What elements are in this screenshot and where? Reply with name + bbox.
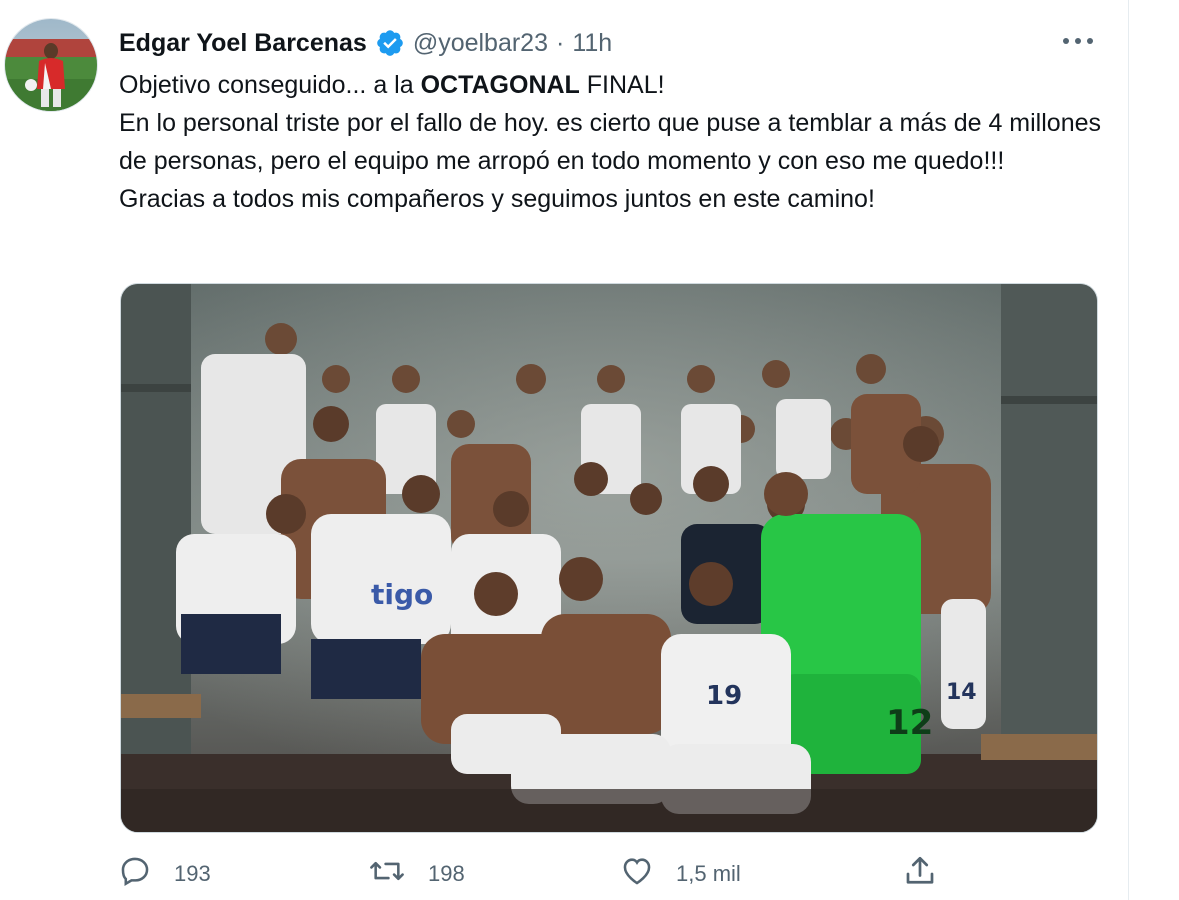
retweet-icon	[368, 854, 428, 894]
tweet-text-line-2: En lo personal triste por el fallo de ho…	[119, 109, 1102, 175]
author-name[interactable]: Edgar Yoel Barcenas	[119, 29, 367, 58]
tweet-text-line-1: Objetivo conseguido... a la OCTAGONAL FI…	[119, 66, 1109, 104]
reply-icon	[118, 854, 174, 894]
svg-text:19: 19	[706, 681, 742, 711]
like-count: 1,5 mil	[676, 861, 741, 886]
svg-text:tigo: tigo	[371, 578, 433, 611]
right-gutter	[1129, 0, 1179, 900]
more-options-icon[interactable]	[1056, 26, 1100, 56]
tweet-actions: 193 198 1,5 mil	[118, 850, 1078, 898]
text-line1-bold: OCTAGONAL	[420, 71, 580, 99]
tweet-photo[interactable]: tigo 12 14 19	[120, 283, 1098, 833]
svg-text:14: 14	[946, 680, 977, 705]
tweet-timestamp[interactable]: 11h	[572, 29, 612, 58]
avatar[interactable]	[4, 18, 98, 112]
author-handle[interactable]: @yoelbar23	[413, 29, 548, 58]
tweet-header: Edgar Yoel Barcenas @yoelbar23 · 11h	[119, 26, 612, 60]
tweet-text: Objetivo conseguido... a la OCTAGONAL FI…	[119, 66, 1109, 218]
share-icon	[902, 853, 960, 895]
header-separator: ·	[556, 28, 565, 57]
retweet-count: 198	[428, 861, 465, 886]
text-line1-prefix: Objetivo conseguido... a la	[119, 71, 421, 99]
verified-badge-icon	[375, 28, 405, 58]
tweet-text-line-3: Gracias a todos mis compañeros y seguimo…	[119, 185, 875, 213]
tweet-card[interactable]: Edgar Yoel Barcenas @yoelbar23 · 11h Obj…	[0, 0, 1128, 900]
heart-icon	[620, 854, 676, 894]
text-line1-suffix: FINAL!	[579, 71, 665, 99]
retweet-button[interactable]: 198	[368, 850, 465, 898]
share-button[interactable]	[902, 850, 960, 898]
svg-text:12: 12	[886, 703, 933, 743]
reply-count: 193	[174, 861, 211, 886]
reply-button[interactable]: 193	[118, 850, 211, 898]
like-button[interactable]: 1,5 mil	[620, 850, 741, 898]
